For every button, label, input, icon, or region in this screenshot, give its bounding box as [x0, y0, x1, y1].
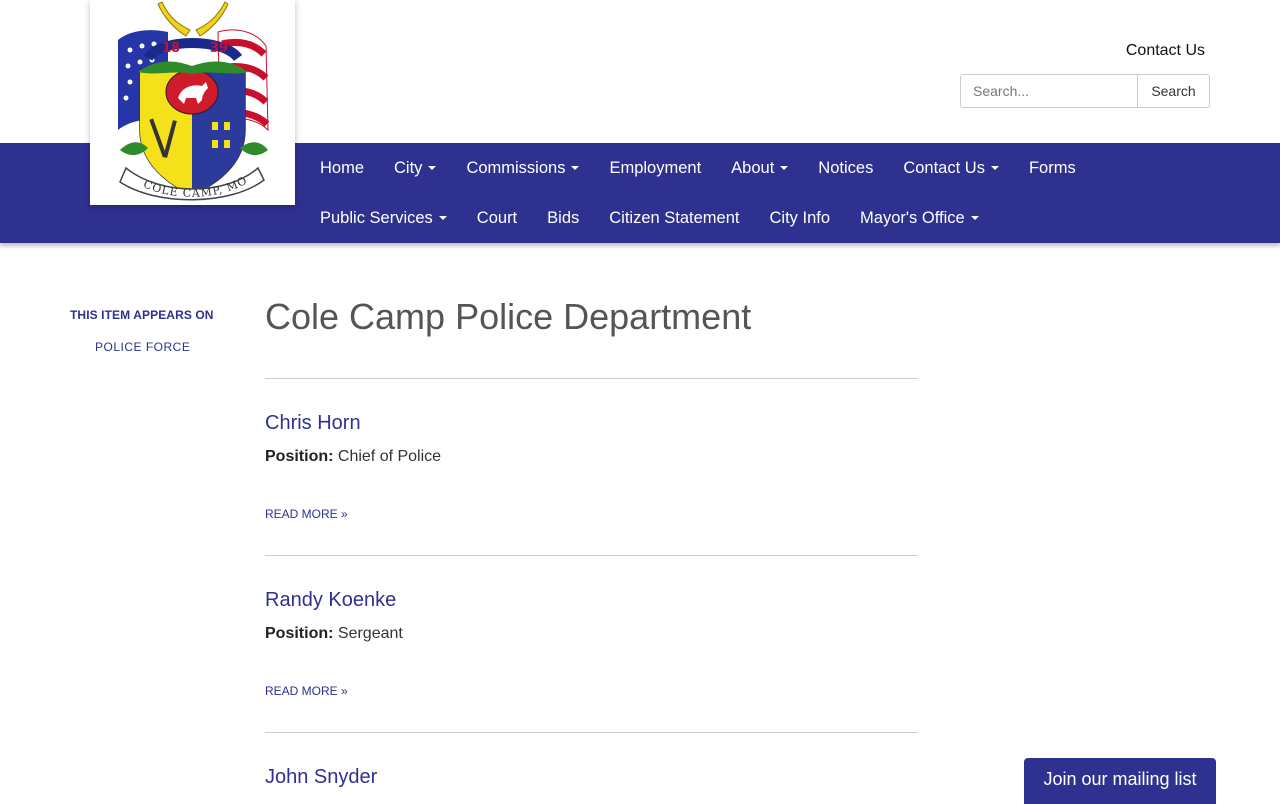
nav-item-court[interactable]: Court — [462, 193, 532, 243]
nav-item-home[interactable]: Home — [305, 143, 379, 193]
nav-item-citizen-statement[interactable]: Citizen Statement — [594, 193, 754, 243]
nav-row-1: Home City Commissions Employment About N… — [305, 143, 1091, 193]
top-contact-link[interactable]: Contact Us — [1126, 42, 1205, 60]
city-crest-logo: 18 39 COLE CAMP, MO — [118, 1, 270, 201]
caret-down-icon — [571, 166, 580, 170]
caret-down-icon — [438, 216, 447, 220]
nav-item-city-info[interactable]: City Info — [755, 193, 846, 243]
nav-row-2: Public Services Court Bids Citizen State… — [305, 193, 994, 243]
nav-item-forms[interactable]: Forms — [1014, 143, 1091, 193]
nav-item-public-services[interactable]: Public Services — [305, 193, 462, 243]
divider — [265, 378, 918, 379]
person-name-link[interactable]: Chris Horn — [265, 412, 361, 435]
sidebar-title: THIS ITEM APPEARS ON — [70, 308, 214, 322]
search-button[interactable]: Search — [1138, 74, 1210, 108]
nav-item-employment[interactable]: Employment — [594, 143, 716, 193]
svg-text:18: 18 — [162, 41, 180, 56]
read-more-link[interactable]: READ MORE » — [265, 507, 348, 521]
caret-down-icon — [970, 216, 979, 220]
divider — [265, 732, 918, 733]
caret-down-icon — [428, 166, 437, 170]
person-name-link[interactable]: Randy Koenke — [265, 589, 396, 612]
person-position: Position: Chief of Police — [265, 448, 442, 465]
search-input[interactable] — [960, 74, 1138, 108]
nav-item-about[interactable]: About — [716, 143, 803, 193]
sidebar-link-police-force[interactable]: POLICE FORCE — [95, 340, 190, 354]
nav-item-notices[interactable]: Notices — [803, 143, 888, 193]
svg-text:39: 39 — [210, 41, 228, 56]
nav-item-contact-us[interactable]: Contact Us — [888, 143, 1014, 193]
site-logo[interactable]: 18 39 COLE CAMP, MO — [90, 0, 295, 205]
page-title: Cole Camp Police Department — [265, 296, 752, 337]
search-form: Search — [960, 74, 1210, 108]
nav-item-bids[interactable]: Bids — [532, 193, 594, 243]
person-position: Position: Sergeant — [265, 625, 403, 642]
caret-down-icon — [990, 166, 999, 170]
divider — [265, 555, 918, 556]
person-name-link[interactable]: John Snyder — [265, 766, 377, 789]
caret-down-icon — [780, 166, 789, 170]
join-mailing-list-button[interactable]: Join our mailing list — [1024, 758, 1216, 804]
nav-item-commissions[interactable]: Commissions — [451, 143, 594, 193]
read-more-link[interactable]: READ MORE » — [265, 684, 348, 698]
nav-item-mayors-office[interactable]: Mayor's Office — [845, 193, 994, 243]
nav-item-city[interactable]: City — [379, 143, 451, 193]
